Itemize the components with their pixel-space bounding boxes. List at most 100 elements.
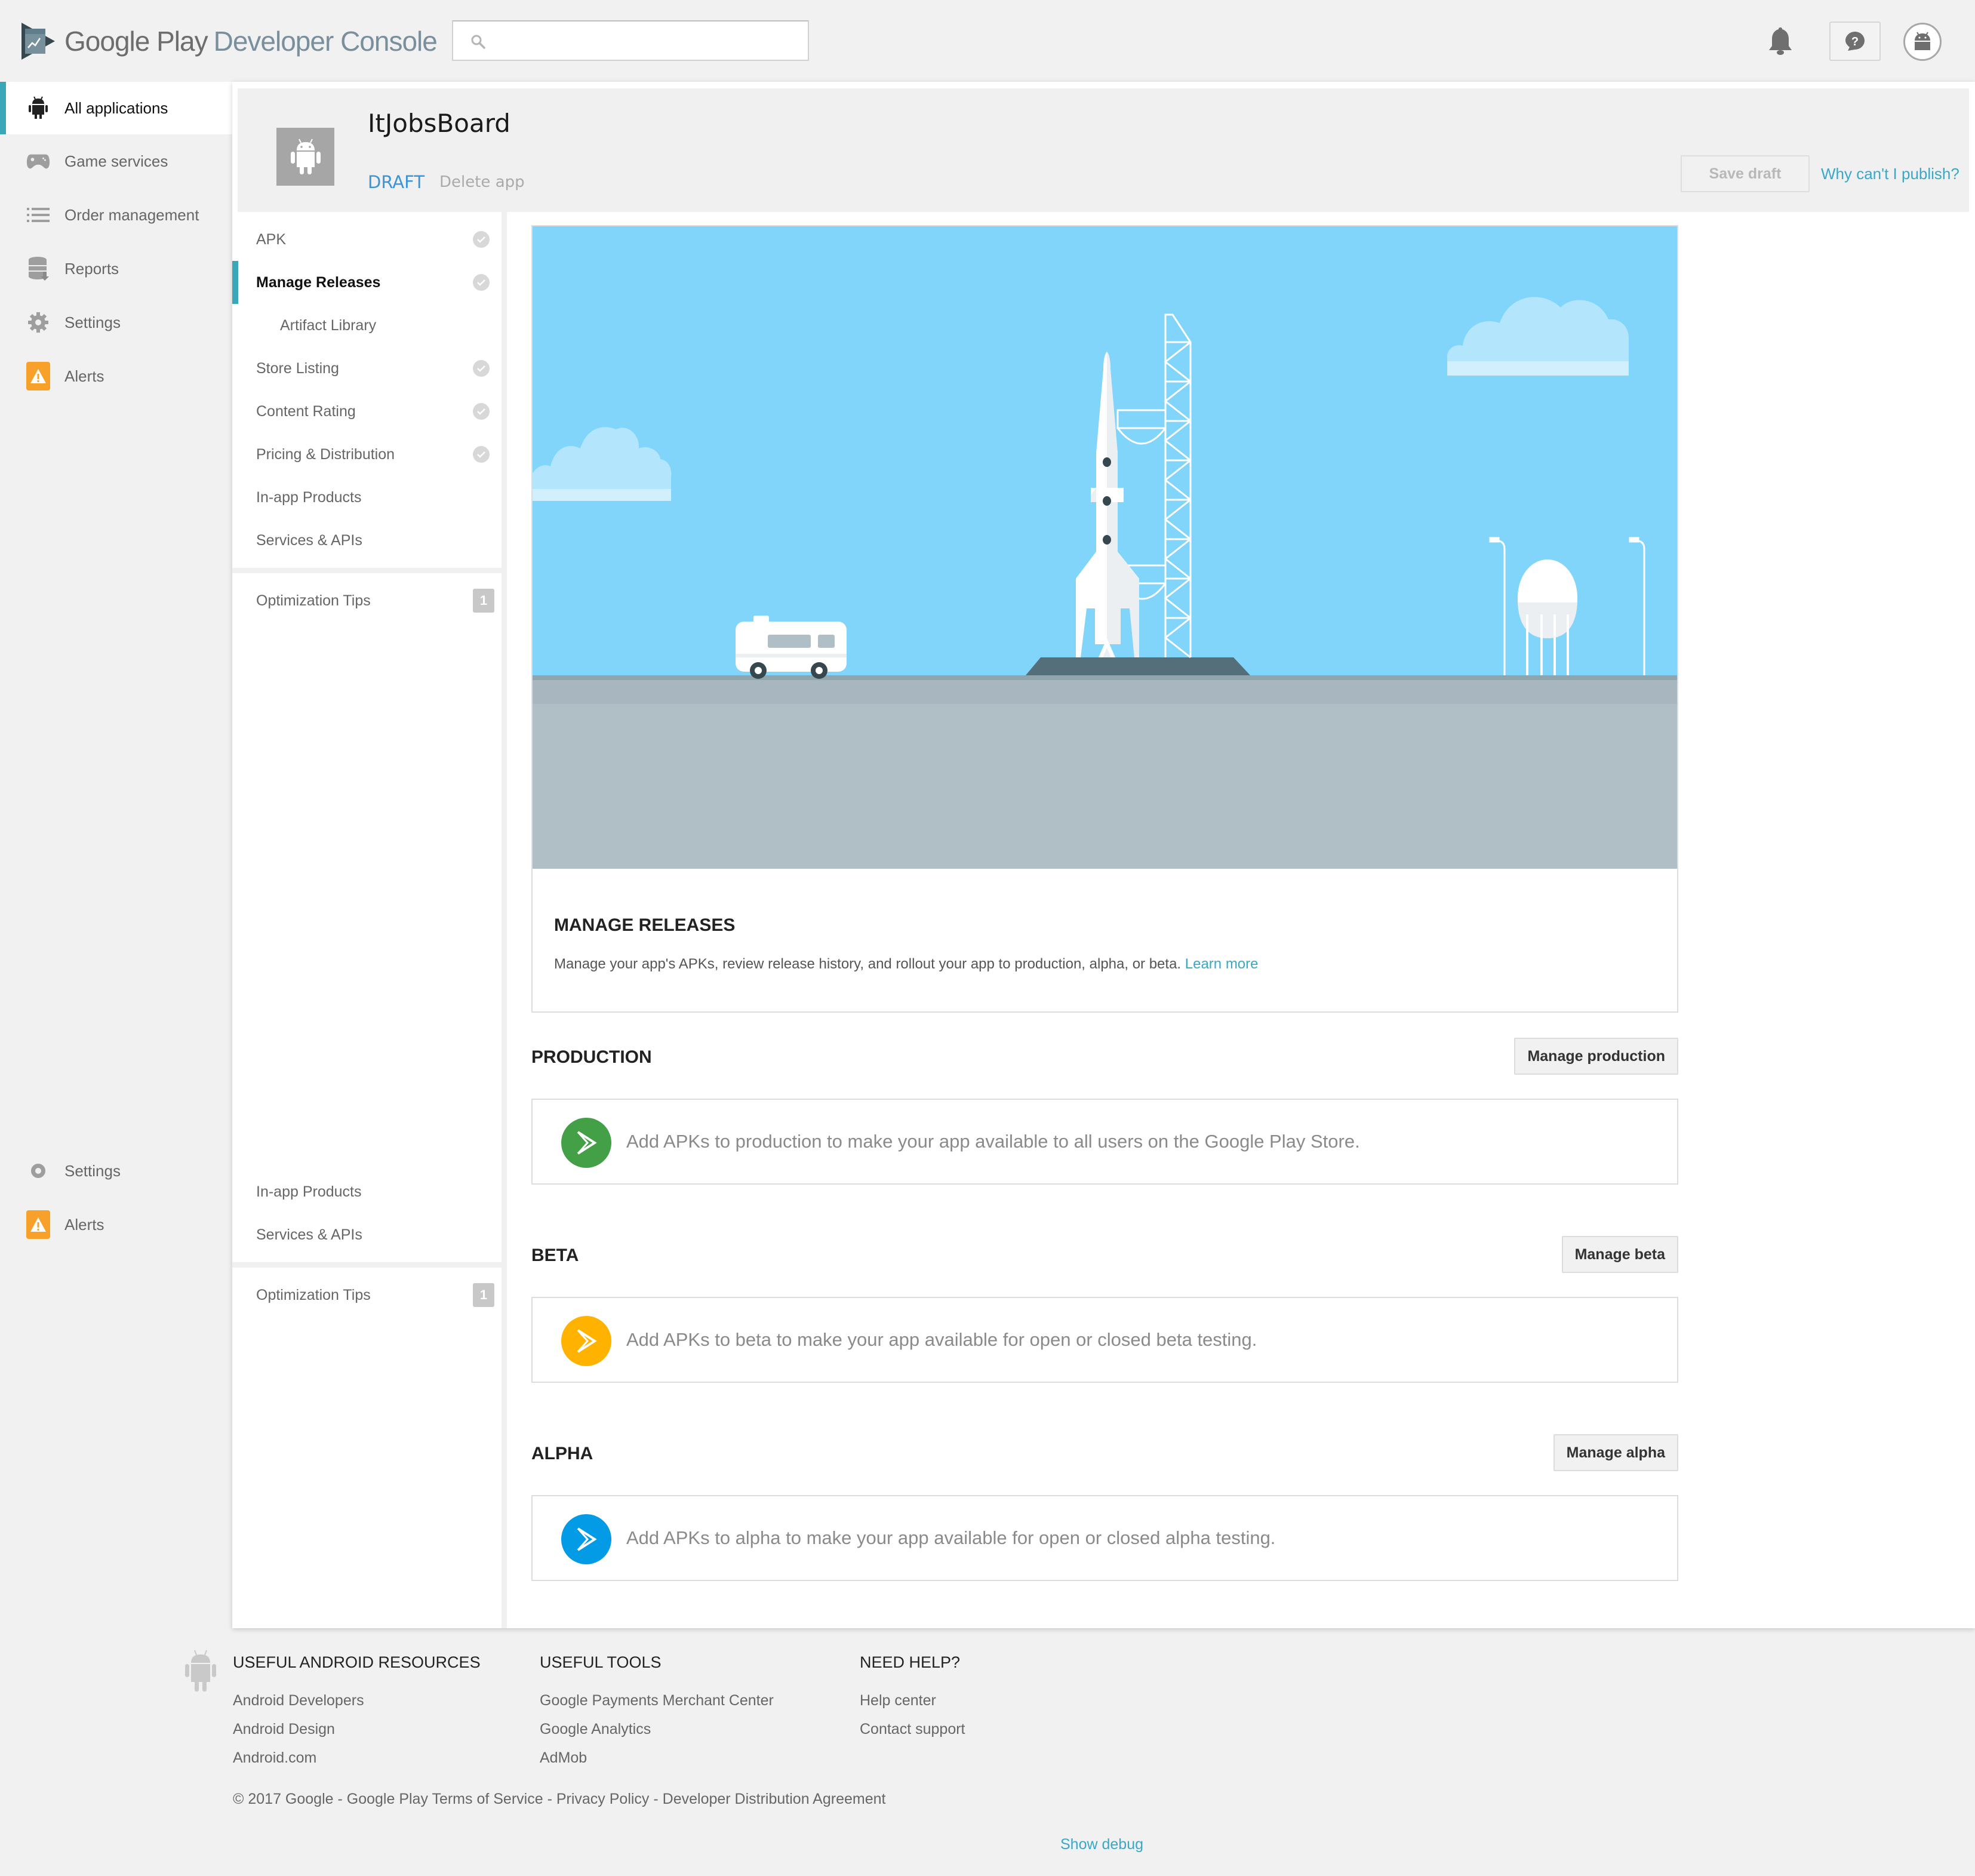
- subnav-item-artifact-library[interactable]: Artifact Library: [232, 304, 502, 347]
- track-title: BETA: [531, 1245, 579, 1265]
- check-icon: [473, 231, 490, 248]
- track-header-alpha: ALPHA Manage alpha: [531, 1434, 1678, 1477]
- footer: USEFUL ANDROID RESOURCES Android Develope…: [0, 1628, 1975, 1876]
- help-button[interactable]: ?: [1829, 21, 1881, 61]
- subnav-item-content-rating[interactable]: Content Rating: [232, 390, 502, 433]
- subnav-item-services-duplicate[interactable]: Services & APIs: [232, 1213, 502, 1256]
- separator: -: [333, 1791, 347, 1807]
- footer-link-contact-support[interactable]: Contact support: [860, 1721, 965, 1749]
- nav-item-settings-duplicate[interactable]: Settings: [0, 1163, 232, 1198]
- nav-label: Game services: [64, 152, 168, 170]
- manage-releases-info-card: MANAGE RELEASES Manage your app's APKs, …: [531, 869, 1678, 1013]
- app-title: ItJobsBoard: [368, 109, 510, 138]
- learn-more-link[interactable]: Learn more: [1185, 956, 1259, 972]
- subnav-label: Manage Releases: [256, 273, 381, 291]
- nav-label: Order management: [64, 205, 199, 224]
- nav-label: Alerts: [64, 367, 104, 385]
- delete-app-link[interactable]: Delete app: [439, 173, 525, 191]
- app-sub-nav: APK Manage Releases Artifact Library Store …: [232, 212, 502, 1628]
- subnav-label: Artifact Library: [280, 316, 377, 334]
- nav-item-all-applications[interactable]: All applications: [0, 82, 232, 134]
- subnav-item-pricing-duplicate[interactable]: Pricing & Distribution: [232, 1163, 502, 1170]
- nav-label: Alerts: [64, 1215, 104, 1234]
- subnav-item-manage-releases[interactable]: Manage Releases: [232, 261, 502, 304]
- sub-nav-divider: [502, 212, 507, 1628]
- nav-label: Settings: [64, 1163, 121, 1180]
- manage-beta-button[interactable]: Manage beta: [1561, 1236, 1678, 1273]
- footer-link-android-developers[interactable]: Android Developers: [233, 1692, 481, 1721]
- brand-primary: Google Play: [64, 26, 208, 57]
- android-avatar-icon: [1915, 32, 1930, 50]
- footer-column-useful-android-resources: USEFUL ANDROID RESOURCES Android Develope…: [233, 1653, 481, 1778]
- gear-icon: [26, 1163, 50, 1183]
- subnav-item-apk[interactable]: APK: [232, 218, 502, 261]
- app-header: ItJobsBoard DRAFT Delete app Save draft …: [238, 88, 1969, 212]
- nav-item-game-services[interactable]: Game services: [0, 134, 232, 188]
- legal-link-google-play-terms-of-service[interactable]: Google Play Terms of Service: [347, 1791, 543, 1807]
- subnav-label: In-app Products: [256, 488, 362, 506]
- show-debug-link[interactable]: Show debug: [1060, 1836, 1143, 1853]
- why-cant-publish-link[interactable]: Why can't I publish?: [1821, 165, 1959, 183]
- footer-link-help-center[interactable]: Help center: [860, 1692, 965, 1721]
- legal-link-privacy-policy[interactable]: Privacy Policy: [556, 1791, 650, 1807]
- footer-link-admob[interactable]: AdMob: [540, 1749, 774, 1778]
- track-message: Add APKs to production to make your app …: [626, 1131, 1360, 1152]
- count-badge: 1: [473, 589, 494, 613]
- subnav-item-optimization-tips[interactable]: Optimization Tips 1: [232, 579, 502, 622]
- ghost-subnav-duplicate: Pricing & Distribution In-app Products S…: [232, 1163, 502, 1336]
- nav-item-alerts-duplicate[interactable]: Alerts: [0, 1198, 232, 1251]
- subnav-item-pricing-distribution[interactable]: Pricing & Distribution: [232, 433, 502, 476]
- footer-column-need-help: NEED HELP? Help center Contact support: [860, 1653, 965, 1749]
- nav-item-settings[interactable]: Settings: [0, 296, 232, 349]
- subnav-label: Content Rating: [256, 402, 356, 420]
- list-icon: [26, 203, 50, 227]
- separator: -: [543, 1791, 556, 1807]
- brand-secondary: Developer Console: [213, 26, 438, 57]
- release-tracks: PRODUCTION Manage production Add APKs to p…: [531, 1038, 1678, 1581]
- svg-text:?: ?: [1851, 35, 1859, 48]
- manage-releases-title: MANAGE RELEASES: [554, 915, 736, 935]
- android-icon: [26, 96, 50, 120]
- check-icon: [473, 403, 490, 420]
- subnav-divider: [232, 1262, 502, 1268]
- manage-production-button[interactable]: Manage production: [1514, 1038, 1678, 1075]
- subnav-label: APK: [256, 230, 287, 248]
- manage-alpha-button[interactable]: Manage alpha: [1553, 1434, 1678, 1471]
- subnav-item-optimization-duplicate[interactable]: Optimization Tips 1: [232, 1274, 502, 1317]
- search-box[interactable]: [452, 20, 809, 61]
- nav-item-alerts[interactable]: Alerts: [0, 349, 232, 403]
- subnav-label: Services & APIs: [256, 1226, 362, 1243]
- play-track-icon: [561, 1514, 611, 1564]
- nav-item-reports[interactable]: Reports: [0, 242, 232, 296]
- play-track-icon: [561, 1118, 611, 1168]
- footer-column-useful-tools: USEFUL TOOLS Google Payments Merchant Cen…: [540, 1653, 774, 1778]
- subnav-item-store-listing[interactable]: Store Listing: [232, 347, 502, 390]
- manage-releases-description: Manage your app's APKs, review release h…: [554, 956, 1259, 973]
- save-draft-button[interactable]: Save draft: [1681, 155, 1810, 192]
- nav-label: Settings: [64, 313, 121, 331]
- track-header-production: PRODUCTION Manage production: [531, 1038, 1678, 1081]
- footer-link-google-payments-merchant-center[interactable]: Google Payments Merchant Center: [540, 1692, 774, 1721]
- android-icon: [290, 139, 321, 174]
- footer-link-android-com[interactable]: Android.com: [233, 1749, 481, 1778]
- content-area: MANAGE RELEASES Manage your app's APKs, …: [531, 225, 1678, 1581]
- footer-link-google-analytics[interactable]: Google Analytics: [540, 1721, 774, 1749]
- legal-link-developer-distribution-agreement[interactable]: Developer Distribution Agreement: [663, 1791, 886, 1807]
- subnav-item-inapp-duplicate[interactable]: In-app Products: [232, 1170, 502, 1213]
- brand-logo[interactable]: Google Play Developer Console: [20, 21, 438, 61]
- check-icon: [473, 446, 490, 463]
- account-avatar[interactable]: [1903, 23, 1942, 61]
- launch-scene-image: [533, 226, 1677, 869]
- track-header-beta: BETA Manage beta: [531, 1236, 1678, 1279]
- description-text: Manage your app's APKs, review release h…: [554, 956, 1182, 972]
- subnav-item-in-app-products[interactable]: In-app Products: [232, 476, 502, 519]
- search-input[interactable]: [495, 27, 793, 54]
- subnav-label: Store Listing: [256, 359, 339, 377]
- count-badge: 1: [473, 1283, 494, 1307]
- nav-item-order-management[interactable]: Order management: [0, 188, 232, 242]
- track-card-beta: Add APKs to beta to make your app availa…: [531, 1297, 1678, 1383]
- bell-icon[interactable]: [1768, 25, 1793, 56]
- footer-link-android-design[interactable]: Android Design: [233, 1721, 481, 1749]
- play-console-logo-icon: [21, 23, 55, 60]
- subnav-item-services-apis[interactable]: Services & APIs: [232, 519, 502, 562]
